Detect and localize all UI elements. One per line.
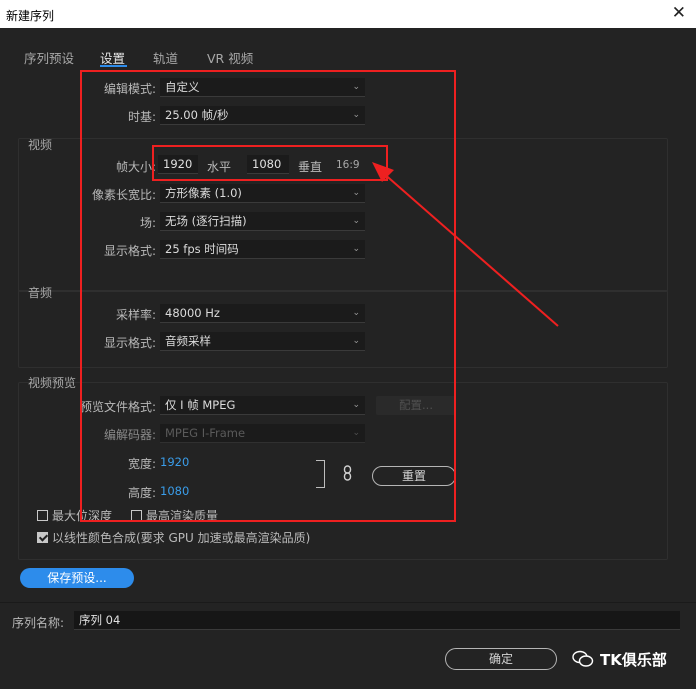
video-preview-section-title: 视频预览 xyxy=(28,376,77,390)
linear-color-checkbox[interactable] xyxy=(37,532,48,543)
watermark-text: TK俱乐部 xyxy=(600,651,667,669)
window-title: 新建序列 xyxy=(6,9,55,23)
max-bit-depth-checkbox[interactable] xyxy=(37,510,48,521)
save-preset-button[interactable]: 保存预设... xyxy=(20,568,134,588)
close-icon[interactable]: ✕ xyxy=(672,3,686,23)
audio-section-title: 音频 xyxy=(28,286,53,300)
annotation-frame-size-box xyxy=(152,145,388,181)
divider xyxy=(0,602,696,603)
linear-color-label: 以线性颜色合成(要求 GPU 加速或最高渲染品质) xyxy=(52,531,311,545)
new-sequence-dialog: 序列预设 设置 轨道 VR 视频 编辑模式: 自定义 ⌄ 时基: 25.00 帧… xyxy=(0,28,696,689)
sequence-name-input[interactable]: 序列 04 xyxy=(74,611,680,630)
annotation-arrow xyxy=(372,162,559,327)
sequence-name-label: 序列名称: xyxy=(12,616,65,630)
tab-tracks[interactable]: 轨道 xyxy=(153,48,178,67)
video-section-title: 视频 xyxy=(28,138,53,152)
title-bar: 新建序列 ✕ xyxy=(0,0,696,28)
tab-sequence-presets[interactable]: 序列预设 xyxy=(24,48,74,67)
wechat-icon xyxy=(572,650,594,667)
watermark: TK俱乐部 xyxy=(568,647,680,671)
ok-button[interactable]: 确定 xyxy=(445,648,557,670)
tab-vr-video[interactable]: VR 视频 xyxy=(207,48,253,67)
active-tab-indicator xyxy=(100,65,127,67)
